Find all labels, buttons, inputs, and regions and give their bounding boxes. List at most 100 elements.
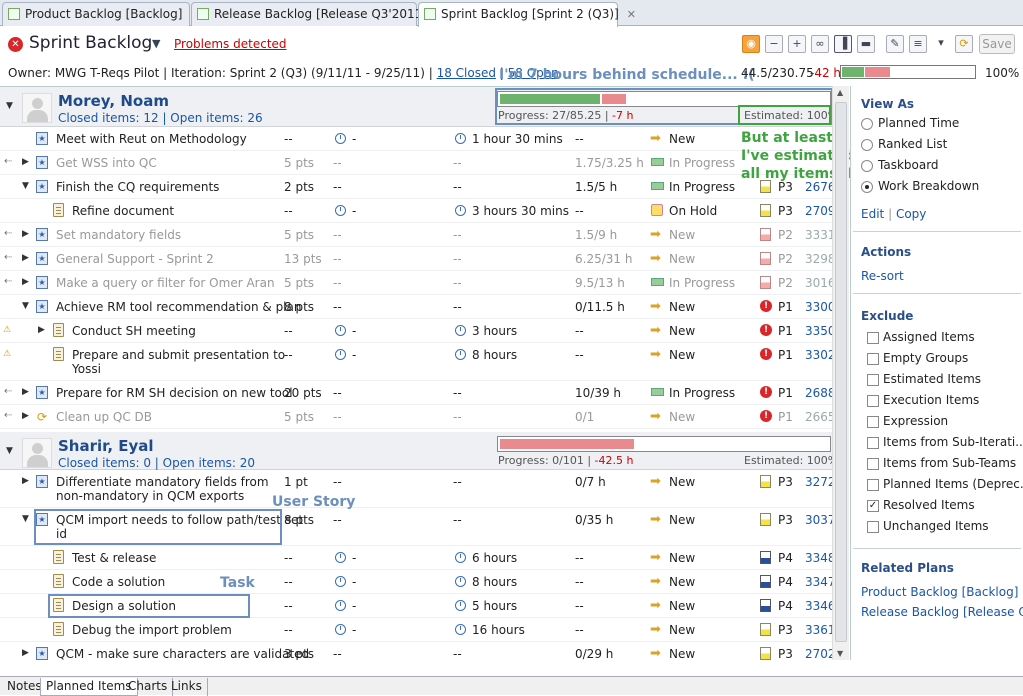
task-row[interactable]: Test & release -- -6 hours -- ➡ New P4 3348 [0, 546, 849, 570]
exclude-checkbox[interactable] [867, 416, 879, 428]
task-row[interactable]: Debug the import problem -- -16 hours -- ➡ Ne… [0, 618, 849, 642]
tab-product-backlog[interactable]: Product Backlog [Backlog] [2, 2, 190, 26]
item-id[interactable]: 2676 [805, 180, 836, 194]
radio-taskboard[interactable] [861, 160, 873, 172]
item-id[interactable]: 3346 [805, 599, 836, 613]
expand-arrow-icon[interactable]: ▶ [22, 157, 29, 167]
item-title[interactable]: Test & release [72, 551, 156, 565]
group-header[interactable]: ▼ Sharir, Eyal Closed items: 0 | Open it… [0, 432, 849, 470]
save-button[interactable]: Save [979, 34, 1015, 54]
tab-release-backlog[interactable]: Release Backlog [Release Q3'2011] [191, 2, 427, 26]
item-id[interactable]: 2665 [805, 410, 836, 424]
story-row[interactable]: ⇠ ▶ ★ Get WSS into QC 5 pts -- -- 1.75/3.25 h In… [0, 151, 849, 175]
menu-icon[interactable]: ≡ [909, 35, 927, 53]
expand-arrow-icon[interactable]: ▼ [22, 514, 29, 524]
item-id[interactable]: 3302 [805, 348, 836, 362]
task-row[interactable]: Code a solution -- -8 hours -- ➡ New P4 3347 [0, 570, 849, 594]
expand-arrow-icon[interactable]: ▶ [38, 325, 45, 335]
task-row[interactable]: ⚠ ▶ Conduct SH meeting -- -3 hours -- ➡ New! P1 3… [0, 319, 849, 343]
tab-sprint-backlog[interactable]: Sprint Backlog [Sprint 2 (Q3)] ✕ [418, 2, 636, 27]
exclude-checkbox[interactable] [867, 479, 879, 491]
item-title[interactable]: Get WSS into QC [56, 156, 157, 170]
scroll-thumb[interactable] [835, 102, 847, 642]
layout-icon[interactable]: ▐ [834, 35, 852, 53]
exclude-checkbox[interactable] [867, 458, 879, 470]
chevron-down-icon[interactable]: ▾ [932, 35, 950, 53]
item-title[interactable]: QCM - make sure characters are validated [56, 647, 309, 660]
glasses-icon[interactable]: ∞ [811, 35, 829, 53]
story-row[interactable]: ▶ ★ Differentiate mandatory fields from non… [0, 470, 849, 508]
item-id[interactable]: 3298 [805, 252, 836, 266]
item-title[interactable]: Prepare and submit presentation to [72, 348, 285, 362]
expand-arrow-icon[interactable]: ▶ [22, 476, 29, 486]
item-title-cont[interactable]: Yossi [72, 362, 101, 376]
expand-arrow-icon[interactable]: ▶ [22, 648, 29, 658]
expand-arrow-icon[interactable]: ▼ [6, 101, 13, 111]
rss-feed-icon[interactable]: ◉ [742, 35, 760, 53]
item-status[interactable]: On Hold [669, 204, 717, 218]
item-title[interactable]: Clean up QC DB [56, 410, 152, 424]
story-row[interactable]: ▼ ★ Achieve RM tool recommendation & plan 8… [0, 295, 849, 319]
exclude-checkbox[interactable] [867, 374, 879, 386]
radio-ranked-list[interactable] [861, 139, 873, 151]
exclude-checkbox[interactable]: ✓ [867, 500, 879, 512]
expand-arrow-icon[interactable]: ▼ [22, 181, 29, 191]
scroll-down-icon[interactable]: ▼ [837, 649, 843, 658]
task-row[interactable]: ⚠ Prepare and submit presentation to Yossi… [0, 343, 849, 381]
item-title[interactable]: General Support - Sprint 2 [56, 252, 214, 266]
item-title[interactable]: Code a solution [72, 575, 165, 589]
expand-arrow-icon[interactable]: ▼ [6, 446, 13, 456]
story-row[interactable]: ★ Meet with Reut on Methodology -- -1 hour … [0, 127, 849, 151]
item-title[interactable]: Debug the import problem [72, 623, 232, 637]
item-status[interactable]: New [669, 475, 695, 489]
item-id[interactable]: 3037 [805, 513, 836, 527]
item-title[interactable]: Meet with Reut on Methodology [56, 132, 247, 146]
closed-link[interactable]: 18 Closed [437, 66, 496, 80]
expand-arrow-icon[interactable]: ▶ [22, 229, 29, 239]
related-plan-link[interactable]: Release Backlog [Release Q3'2 [861, 605, 1023, 619]
expand-arrow-icon[interactable]: ▼ [22, 301, 29, 311]
item-id[interactable]: 2688 [805, 386, 836, 400]
item-status[interactable]: New [669, 324, 695, 338]
radio-planned-time[interactable] [861, 118, 873, 130]
item-status[interactable]: New [669, 647, 695, 660]
item-title[interactable]: Differentiate mandatory fields from [56, 475, 269, 489]
item-title[interactable]: Conduct SH meeting [72, 324, 196, 338]
chevron-down-icon[interactable]: ▼ [152, 37, 160, 50]
item-status[interactable]: In Progress [669, 180, 735, 194]
story-row[interactable]: ⇠ ▶ ★ Set mandatory fields 5 pts -- -- 1.5/9 h ➡… [0, 223, 849, 247]
item-status[interactable]: In Progress [669, 386, 735, 400]
item-id[interactable]: 2709 [805, 204, 836, 218]
item-status[interactable]: New [669, 410, 695, 424]
scroll-up-icon[interactable]: ▲ [837, 88, 843, 97]
item-status[interactable]: New [669, 575, 695, 589]
story-row[interactable]: ▼ ★ Finish the CQ requirements 2 pts -- -- 1.5… [0, 175, 849, 199]
item-id[interactable]: 3331 [805, 228, 836, 242]
refresh-icon[interactable]: ⟳ [955, 35, 973, 53]
item-status[interactable]: New [669, 228, 695, 242]
group-name[interactable]: Sharir, Eyal [58, 437, 154, 455]
item-status[interactable]: New [669, 623, 695, 637]
item-status[interactable]: In Progress [669, 156, 735, 170]
exclude-checkbox[interactable] [867, 437, 879, 449]
expand-arrow-icon[interactable]: ▶ [22, 411, 29, 421]
item-title[interactable]: Refine document [72, 204, 174, 218]
item-title[interactable]: Finish the CQ requirements [56, 180, 219, 194]
edit-icon[interactable]: ✎ [886, 35, 904, 53]
exclude-checkbox[interactable] [867, 521, 879, 533]
story-row[interactable]: ⇠ ▶ ★ Prepare for RM SH decision on new too… [0, 381, 849, 405]
exclude-checkbox[interactable] [867, 395, 879, 407]
related-plan-link[interactable]: Product Backlog [Backlog] [861, 585, 1018, 599]
item-title[interactable]: Set mandatory fields [56, 228, 181, 242]
item-id[interactable]: 3347 [805, 575, 836, 589]
exclude-checkbox[interactable] [867, 332, 879, 344]
edit-link[interactable]: Edit [861, 207, 884, 221]
story-row[interactable]: ▶ ★ QCM - make sure characters are validat… [0, 642, 849, 660]
item-status[interactable]: New [669, 348, 695, 362]
tab-links[interactable]: Links [166, 678, 208, 696]
item-status[interactable]: New [669, 300, 695, 314]
group-name[interactable]: Morey, Noam [58, 92, 169, 110]
item-status[interactable]: New [669, 551, 695, 565]
item-status[interactable]: In Progress [669, 276, 735, 290]
color-icon[interactable]: ▬ [857, 35, 875, 53]
